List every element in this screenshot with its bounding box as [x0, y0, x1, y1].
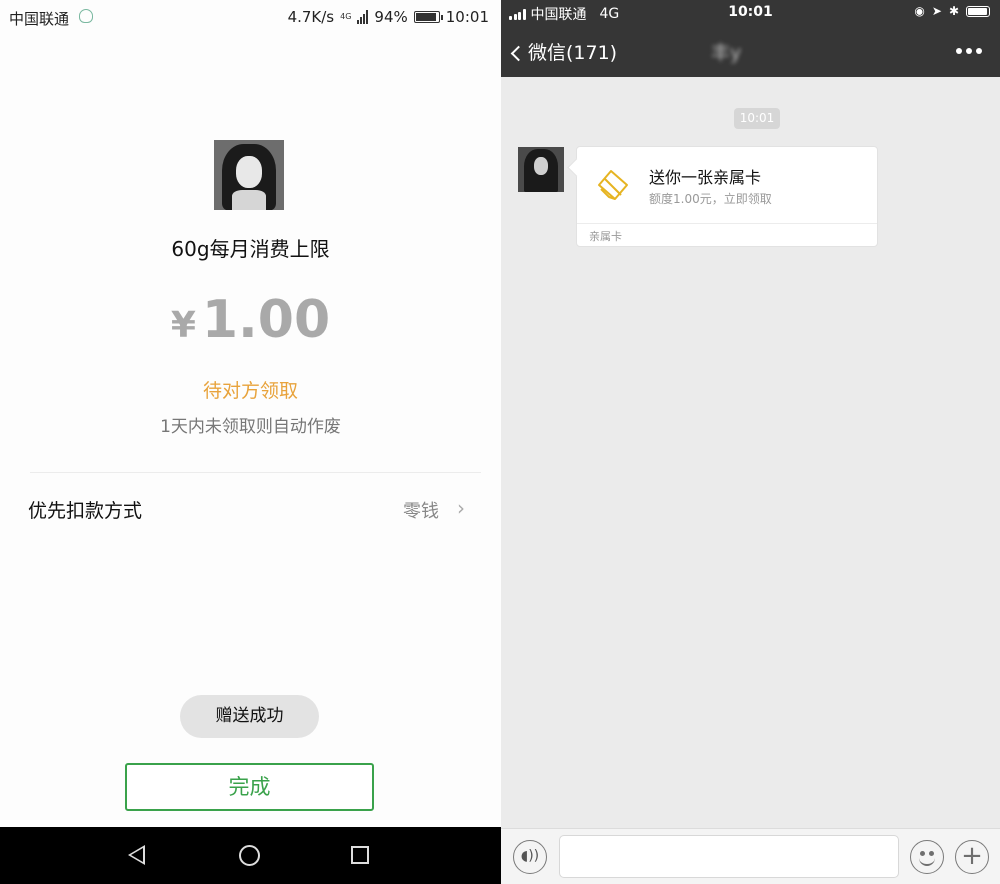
payment-method-row[interactable]: 优先扣款方式 零钱 ›: [0, 490, 501, 530]
ios-header: 中国联通 4G 10:01 ◉ ➤ ✱ 微信(171) 丰y: [501, 0, 1000, 77]
card-message-title: 送你一张亲属卡: [649, 168, 762, 187]
emoji-icon[interactable]: [910, 840, 944, 874]
chevron-left-icon: [510, 45, 527, 62]
chat-input-bar: ◖)) +: [501, 828, 1000, 884]
ios-status-right: ◉ ➤ ✱: [914, 4, 990, 18]
battery-icon: [966, 5, 990, 17]
currency-symbol: ¥: [170, 305, 196, 346]
back-button[interactable]: 微信(171): [510, 38, 618, 65]
android-status-bar: 中国联通 4.7K/s 4G 94% 10:01: [0, 0, 501, 34]
network-speed: 4.7K/s: [287, 8, 335, 26]
card-message-subtitle: 额度1.00元，立即领取: [649, 192, 772, 206]
chevron-right-icon: ›: [457, 496, 465, 520]
nav-back-icon[interactable]: [128, 845, 145, 865]
amount-display: ¥1.00: [0, 290, 501, 350]
network-type: 4G: [340, 12, 352, 21]
ios-screen: 中国联通 4G 10:01 ◉ ➤ ✱ 微信(171) 丰y 10:01: [501, 0, 1000, 884]
expire-note: 1天内未领取则自动作废: [160, 417, 341, 437]
message-input[interactable]: [559, 835, 899, 878]
voice-input-icon[interactable]: ◖)): [513, 840, 547, 874]
done-button[interactable]: 完成: [125, 763, 374, 811]
recipient-avatar: [214, 140, 284, 210]
chat-nav-bar: 微信(171) 丰y: [501, 28, 1000, 74]
nav-recents-icon[interactable]: [351, 846, 369, 864]
plus-icon[interactable]: +: [955, 840, 989, 874]
amount-value: 1.00: [201, 290, 331, 350]
location-icon: ➤: [931, 4, 942, 18]
ios-status-bar: 中国联通 4G 10:01 ◉ ➤ ✱: [501, 0, 1000, 24]
payment-method-value: 零钱: [403, 501, 439, 522]
divider: [30, 472, 481, 473]
battery-percent: 94%: [374, 8, 408, 26]
pending-status: 待对方领取: [202, 380, 298, 402]
success-toast: 赠送成功: [180, 695, 319, 738]
card-name: 60g每月消费上限: [171, 237, 330, 261]
status-right: 4.7K/s 4G 94% 10:01: [288, 8, 489, 26]
card-divider: [577, 223, 877, 224]
sender-avatar[interactable]: [518, 147, 564, 192]
card-message-footer: 亲属卡: [589, 230, 622, 243]
signal-icon: [357, 10, 369, 24]
clock: 10:01: [445, 8, 489, 26]
chat-title: 丰y: [711, 42, 742, 64]
battery-icon: [413, 11, 443, 23]
more-options-icon[interactable]: [956, 48, 982, 54]
nav-home-icon[interactable]: [239, 845, 260, 866]
rotation-lock-icon: ◉: [914, 4, 925, 18]
family-card-message[interactable]: 送你一张亲属卡 额度1.00元，立即领取 亲属卡: [576, 146, 878, 247]
android-screen: 中国联通 4.7K/s 4G 94% 10:01 60g每月消费上限 ¥1.00…: [0, 0, 501, 884]
back-label: 微信(171): [528, 42, 618, 64]
bluetooth-icon: ✱: [948, 4, 959, 18]
payment-method-label: 优先扣款方式: [28, 500, 143, 522]
android-nav-bar: [0, 827, 501, 884]
notification-icon: [79, 9, 93, 23]
carrier-label: 中国联通: [9, 10, 70, 28]
family-card-icon: [598, 170, 628, 200]
message-timestamp: 10:01: [734, 108, 780, 129]
